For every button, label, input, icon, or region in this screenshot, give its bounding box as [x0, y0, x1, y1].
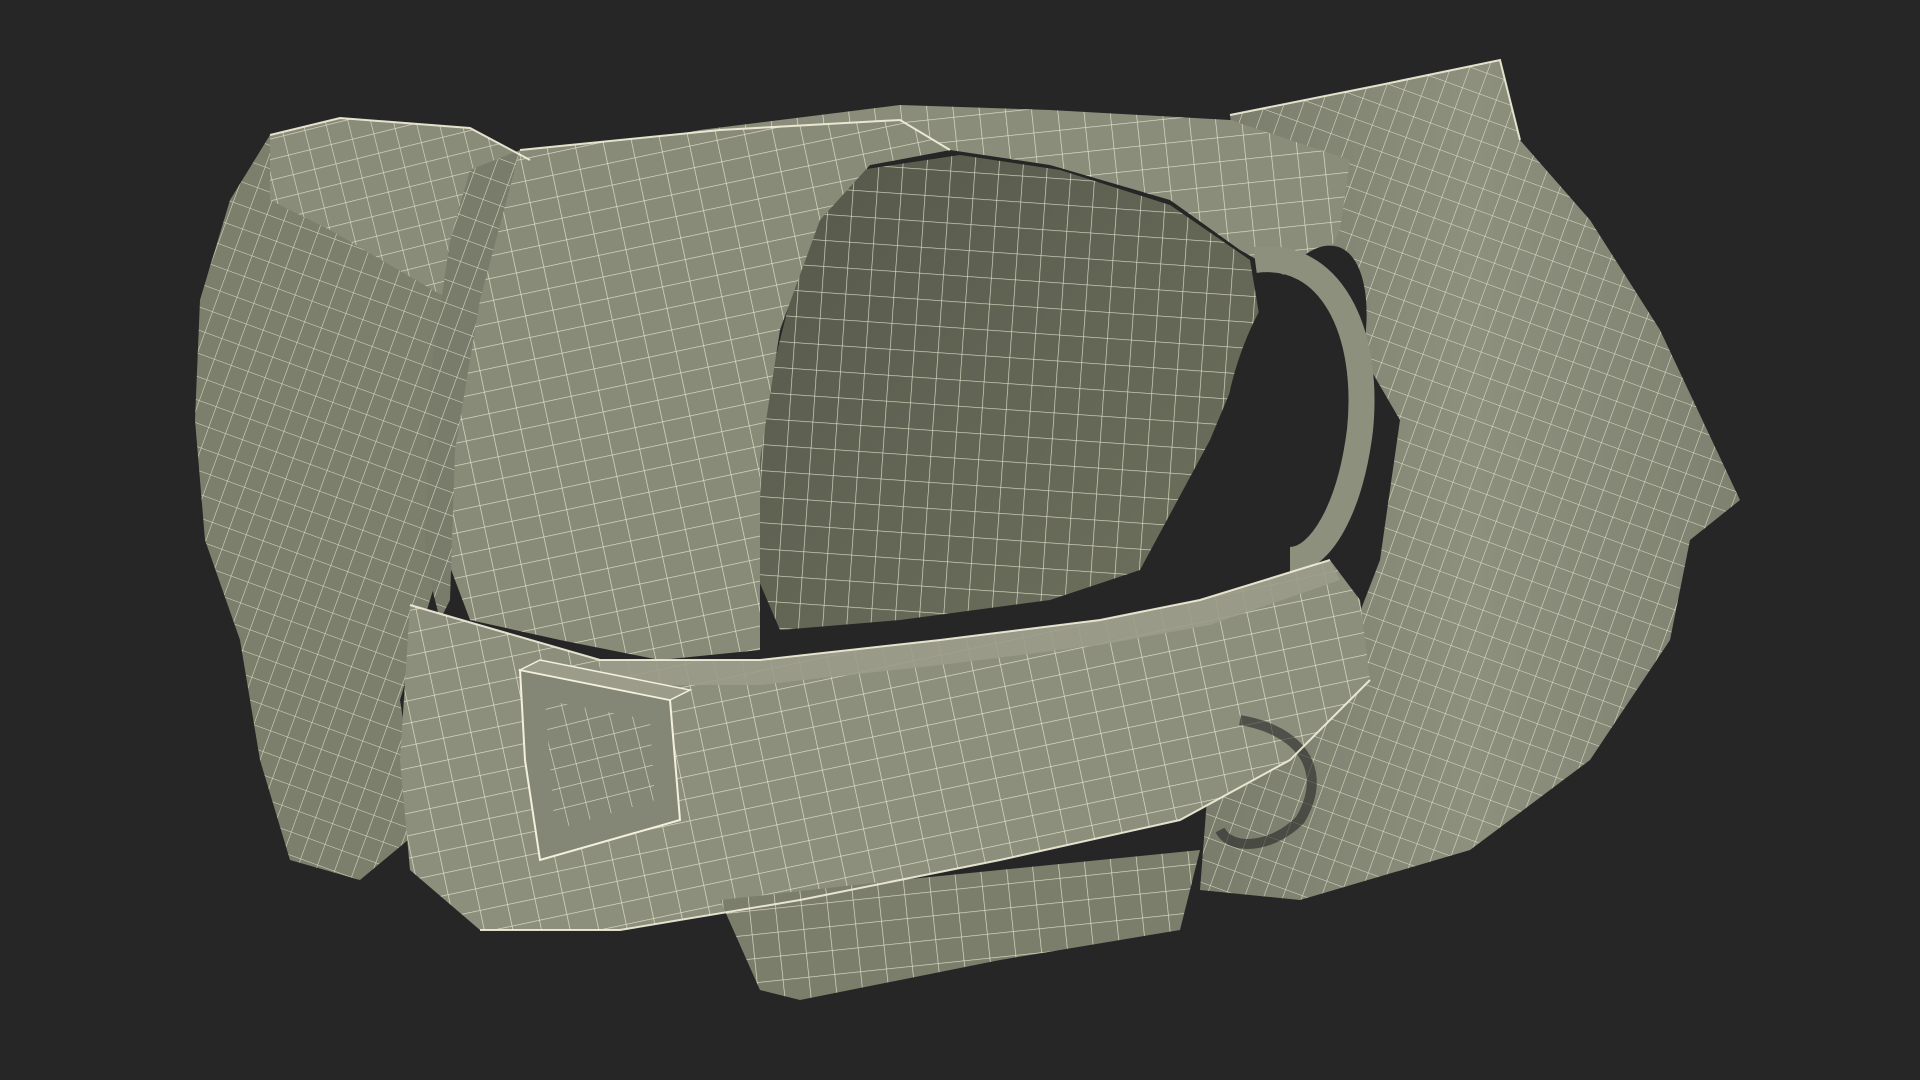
- inner-lining: [750, 155, 1260, 630]
- vest-wireframe-model: [195, 58, 1740, 1000]
- render-viewport: [0, 0, 1920, 1080]
